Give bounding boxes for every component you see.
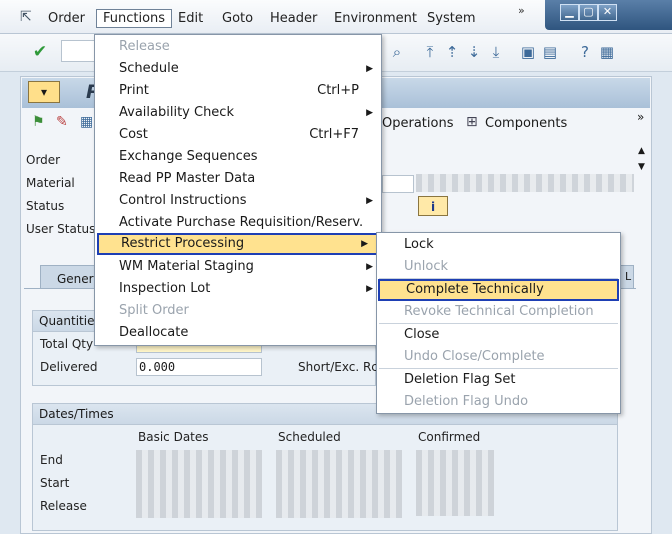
menu-item-cost[interactable]: Cost Ctrl+F7 — [95, 124, 381, 146]
menu-icon[interactable]: ⇱ — [20, 10, 36, 24]
flag-icon[interactable]: ⚑ — [32, 114, 45, 130]
shortcut-ctrl-f7: Ctrl+F7 — [309, 127, 359, 142]
find-icon[interactable]: ⌕ — [388, 43, 406, 61]
scheduled-values — [276, 450, 402, 518]
menu-item-availability-check[interactable]: Availability Check ▶ — [95, 102, 381, 124]
scroll-up-icon[interactable]: ▲ — [638, 146, 645, 156]
short-exc-label: Short/Exc. Rc — [298, 360, 378, 374]
menu-item-control-instructions[interactable]: Control Instructions ▶ — [95, 190, 381, 212]
delivered-field: 0.000 — [136, 358, 262, 376]
menu-environment[interactable]: Environment — [334, 11, 417, 26]
menu-item-wm-material-staging[interactable]: WM Material Staging ▶ — [95, 256, 381, 278]
col-confirmed: Confirmed — [418, 430, 481, 444]
order-label: Order — [26, 153, 61, 167]
material-label: Material — [26, 176, 75, 190]
menu-item-split-order[interactable]: Split Order — [95, 300, 381, 322]
row-release-label: Release — [40, 499, 87, 513]
submenu-item-deletion-flag-undo[interactable]: Deletion Flag Undo — [377, 391, 620, 413]
title-menu-icon[interactable]: ▾ — [28, 81, 60, 103]
menu-order[interactable]: Order — [48, 11, 85, 26]
menu-system[interactable]: System — [427, 11, 475, 26]
close-icon[interactable]: ✕ — [598, 4, 617, 21]
menu-goto[interactable]: Goto — [222, 11, 253, 26]
next-page-icon[interactable]: ⇣ — [465, 43, 483, 61]
submenu-item-lock[interactable]: Lock — [377, 234, 620, 256]
delivered-label: Delivered — [40, 360, 98, 374]
more-toolbar-icon[interactable]: » — [637, 110, 644, 124]
submenu-arrow-icon: ▶ — [366, 196, 373, 206]
minimize-icon[interactable]: ▁ — [560, 4, 579, 21]
menu-item-activate-purchase-requisition[interactable]: Activate Purchase Requisition/Reserv. — [95, 212, 381, 234]
user-status-label: User Status — [26, 222, 96, 236]
material-description — [416, 174, 634, 192]
restrict-processing-submenu: Lock Unlock Complete Technically Revoke … — [376, 232, 621, 414]
table-icon[interactable]: ▦ — [80, 114, 93, 130]
window-controls: ▁ ▢ ✕ — [545, 0, 672, 30]
submenu-arrow-icon: ▶ — [366, 108, 373, 118]
menu-item-read-pp-master-data[interactable]: Read PP Master Data — [95, 168, 381, 190]
basic-dates-values — [136, 450, 262, 518]
submenu-item-unlock[interactable]: Unlock — [377, 256, 620, 278]
enter-check-icon[interactable]: ✔ — [31, 43, 49, 61]
row-end-label: End — [40, 453, 63, 467]
submenu-arrow-icon: ▶ — [366, 64, 373, 74]
menu-item-deallocate[interactable]: Deallocate — [95, 322, 381, 344]
components-button[interactable]: Components — [485, 116, 567, 131]
more-menu-icon[interactable]: » — [518, 4, 525, 17]
menu-item-release[interactable]: Release — [95, 36, 381, 58]
menu-item-print[interactable]: Print Ctrl+P — [95, 80, 381, 102]
total-qty-label: Total Qty — [40, 337, 94, 351]
edit-doc-icon[interactable]: ✎ — [56, 114, 68, 130]
menu-item-inspection-lot[interactable]: Inspection Lot ▶ — [95, 278, 381, 300]
col-basic-dates: Basic Dates — [138, 430, 209, 444]
submenu-item-revoke-technical-completion[interactable]: Revoke Technical Completion — [377, 301, 620, 323]
info-icon[interactable]: i — [418, 196, 448, 216]
menu-item-exchange-sequences[interactable]: Exchange Sequences — [95, 146, 381, 168]
submenu-item-undo-close-complete[interactable]: Undo Close/Complete — [377, 346, 620, 368]
shortcut-icon[interactable]: ▤ — [541, 43, 559, 61]
submenu-item-complete-technically[interactable]: Complete Technically — [378, 279, 619, 301]
layout-icon[interactable]: ▦ — [598, 43, 616, 61]
material-field[interactable] — [382, 175, 414, 193]
maximize-icon[interactable]: ▢ — [579, 4, 598, 21]
components-icon: ⊞ — [466, 114, 478, 130]
menu-item-restrict-processing[interactable]: Restrict Processing ▶ — [97, 233, 378, 255]
prev-page-icon[interactable]: ⇡ — [443, 43, 461, 61]
tab-right-stub[interactable]: L — [620, 265, 634, 289]
menu-edit[interactable]: Edit — [178, 11, 203, 26]
operations-button[interactable]: Operations — [382, 116, 453, 131]
confirmed-values — [416, 450, 494, 516]
functions-menu: Release Schedule ▶ Print Ctrl+P Availabili… — [94, 34, 382, 346]
menu-functions[interactable]: Functions — [96, 9, 173, 28]
new-session-icon[interactable]: ▣ — [519, 43, 537, 61]
submenu-arrow-icon: ▶ — [361, 239, 368, 249]
submenu-arrow-icon: ▶ — [366, 262, 373, 272]
help-icon[interactable]: ? — [576, 43, 594, 61]
status-label: Status — [26, 199, 65, 213]
submenu-arrow-icon: ▶ — [366, 284, 373, 294]
last-page-icon[interactable]: ⤓ — [487, 43, 505, 61]
submenu-item-close[interactable]: Close — [377, 324, 620, 346]
col-scheduled: Scheduled — [278, 430, 341, 444]
first-page-icon[interactable]: ⤒ — [421, 43, 439, 61]
scroll-down-icon[interactable]: ▼ — [638, 162, 645, 172]
menu-item-schedule[interactable]: Schedule ▶ — [95, 58, 381, 80]
shortcut-ctrl-p: Ctrl+P — [317, 83, 359, 98]
command-field[interactable] — [61, 40, 95, 62]
menu-header[interactable]: Header — [270, 11, 317, 26]
submenu-item-deletion-flag-set[interactable]: Deletion Flag Set — [377, 369, 620, 391]
row-start-label: Start — [40, 476, 70, 490]
